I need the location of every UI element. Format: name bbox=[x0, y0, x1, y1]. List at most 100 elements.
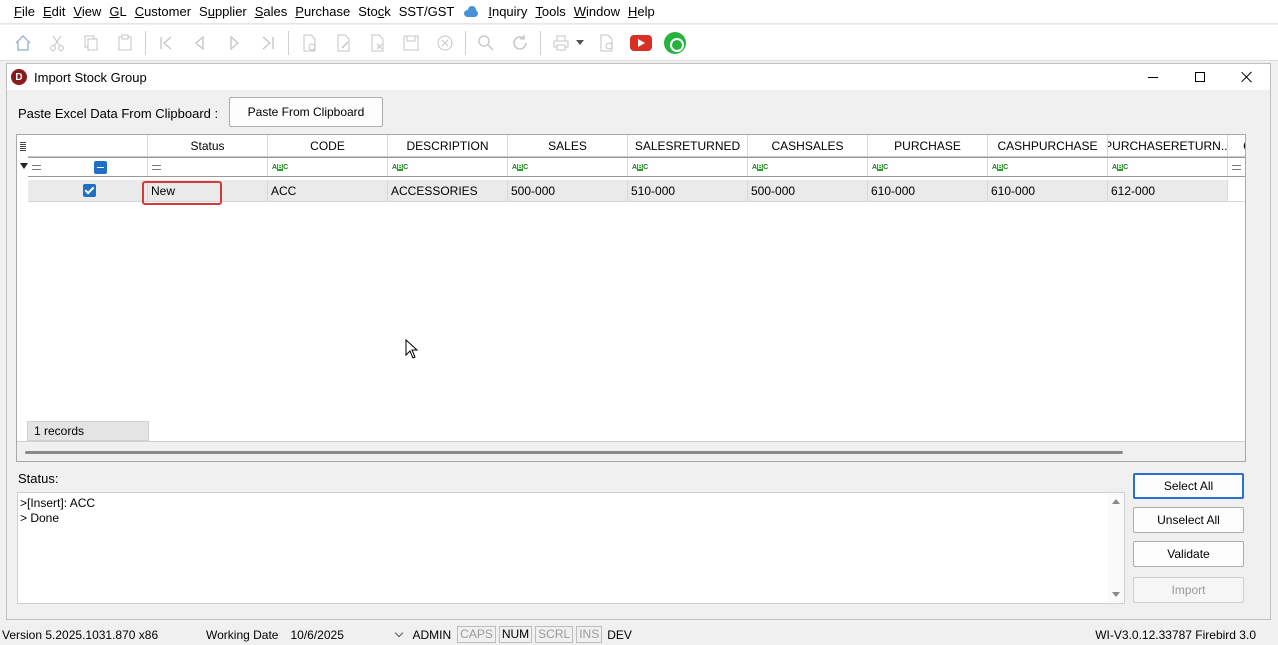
scroll-down-icon[interactable] bbox=[1112, 592, 1120, 597]
column-header-sales[interactable]: SALES bbox=[508, 135, 628, 156]
menu-label: File bbox=[14, 3, 35, 19]
print-dropdown-icon[interactable] bbox=[576, 40, 584, 45]
cell-empty[interactable] bbox=[1228, 180, 1245, 201]
column-header-code[interactable]: CODE bbox=[268, 135, 388, 156]
edit-doc-icon[interactable] bbox=[330, 30, 356, 56]
cell-code[interactable]: ACC bbox=[268, 180, 388, 201]
menu-label: GL bbox=[109, 3, 127, 19]
minimize-button[interactable] bbox=[1129, 64, 1176, 90]
row-select-cell[interactable] bbox=[28, 180, 148, 201]
whatsapp-icon[interactable] bbox=[662, 30, 688, 56]
new-doc-icon[interactable] bbox=[296, 30, 322, 56]
paste-icon[interactable] bbox=[112, 30, 138, 56]
prev-record-icon[interactable] bbox=[187, 30, 213, 56]
mouse-cursor-icon bbox=[405, 339, 419, 359]
unselect-all-button[interactable]: Unselect All bbox=[1133, 507, 1244, 533]
close-button[interactable] bbox=[1223, 64, 1270, 90]
column-header-description[interactable]: DESCRIPTION bbox=[388, 135, 508, 156]
menu-window[interactable]: Window bbox=[570, 0, 624, 24]
youtube-icon[interactable] bbox=[628, 30, 654, 56]
menu-file[interactable]: File bbox=[10, 0, 39, 24]
first-record-icon[interactable] bbox=[153, 30, 179, 56]
column-header-cashpurchase[interactable]: CASHPURCHASE bbox=[988, 135, 1108, 156]
cell-cashpurchase[interactable]: 610-000 bbox=[988, 180, 1108, 201]
cell-description[interactable]: ACCESSORIES bbox=[388, 180, 508, 201]
filter-cell[interactable] bbox=[28, 158, 148, 176]
cancel-icon[interactable] bbox=[432, 30, 458, 56]
cloud-icon[interactable] bbox=[462, 6, 480, 17]
menu-help[interactable]: Help bbox=[624, 0, 659, 24]
filter-cell[interactable]: ABC bbox=[268, 158, 388, 176]
cell-status[interactable]: New bbox=[148, 180, 268, 201]
table-row[interactable]: New ACC ACCESSORIES 500-000 510-000 500-000 61… bbox=[28, 180, 1245, 202]
import-button[interactable]: Import bbox=[1133, 577, 1244, 603]
filter-cell[interactable]: ABC bbox=[508, 158, 628, 176]
column-header-cashsales[interactable]: CASHSALES bbox=[748, 135, 868, 156]
column-header-purchase[interactable]: PURCHASE bbox=[868, 135, 988, 156]
grid-menu-icon[interactable] bbox=[17, 135, 28, 157]
cell-sales[interactable]: 500-000 bbox=[508, 180, 628, 201]
menu-view[interactable]: View bbox=[69, 0, 105, 24]
status-bar: Version 5.2025.1031.870 x86 Working Date… bbox=[0, 624, 1278, 645]
row-checkbox[interactable] bbox=[82, 184, 96, 197]
vertical-scrollbar[interactable] bbox=[1108, 493, 1124, 603]
mode-text: DEV bbox=[607, 627, 632, 642]
menu-purchase[interactable]: Purchase bbox=[291, 0, 354, 24]
delete-doc-icon[interactable] bbox=[364, 30, 390, 56]
refresh-icon[interactable] bbox=[507, 30, 533, 56]
scrollbar-thumb[interactable] bbox=[25, 451, 1123, 454]
import-grid[interactable]: Status CODE DESCRIPTION SALES SALESRETURNED C… bbox=[16, 134, 1246, 462]
home-icon[interactable] bbox=[10, 30, 36, 56]
text-filter-icon: ABC bbox=[512, 163, 528, 171]
status-log[interactable]: >[Insert]: ACC > Done bbox=[17, 492, 1125, 604]
filter-cell[interactable]: ABC bbox=[868, 158, 988, 176]
cell-salesreturned[interactable]: 510-000 bbox=[628, 180, 748, 201]
filter-cell[interactable] bbox=[148, 158, 268, 176]
validate-button[interactable]: Validate bbox=[1133, 541, 1244, 567]
save-icon[interactable] bbox=[398, 30, 424, 56]
select-all-checkbox[interactable] bbox=[94, 160, 107, 174]
chevron-down-icon[interactable] bbox=[395, 628, 404, 638]
menu-supplier[interactable]: Supplier bbox=[195, 0, 251, 24]
scroll-up-icon[interactable] bbox=[1112, 499, 1120, 504]
working-date-field[interactable]: 10/6/2025 bbox=[290, 628, 408, 642]
copy-icon[interactable] bbox=[78, 30, 104, 56]
filter-cell[interactable]: ABC bbox=[628, 158, 748, 176]
search-icon[interactable] bbox=[473, 30, 499, 56]
working-date-label: Working Date bbox=[206, 627, 279, 642]
last-record-icon[interactable] bbox=[255, 30, 281, 56]
cell-cashsales[interactable]: 500-000 bbox=[748, 180, 868, 201]
minimize-icon bbox=[1147, 76, 1158, 78]
menu-edit[interactable]: Edit bbox=[39, 0, 69, 24]
filter-cell[interactable]: ABC bbox=[988, 158, 1108, 176]
column-header-salesreturned[interactable]: SALESRETURNED bbox=[628, 135, 748, 156]
menu-inquiry[interactable]: Inquiry bbox=[484, 0, 531, 24]
preview-icon[interactable] bbox=[594, 30, 620, 56]
column-header-status[interactable]: Status bbox=[148, 135, 268, 156]
filter-cell[interactable]: ABC bbox=[388, 158, 508, 176]
cell-purchase[interactable]: 610-000 bbox=[868, 180, 988, 201]
menu-sst-gst[interactable]: SST/GST bbox=[395, 0, 459, 24]
print-icon[interactable] bbox=[548, 30, 574, 56]
filter-cell[interactable]: ABC bbox=[1108, 158, 1228, 176]
horizontal-scrollbar[interactable] bbox=[17, 441, 1245, 461]
select-all-button[interactable]: Select All bbox=[1133, 473, 1244, 499]
next-record-icon[interactable] bbox=[221, 30, 247, 56]
menu-tools[interactable]: Tools bbox=[531, 0, 569, 24]
column-header-c[interactable]: C bbox=[1228, 135, 1245, 156]
filter-cell[interactable]: ABC bbox=[748, 158, 868, 176]
paste-from-clipboard-button[interactable]: Paste From Clipboard bbox=[229, 97, 383, 127]
menu-customer[interactable]: Customer bbox=[131, 0, 195, 24]
filter-cell[interactable] bbox=[1228, 158, 1245, 176]
cut-icon[interactable] bbox=[44, 30, 70, 56]
column-header-purchasereturn-[interactable]: PURCHASERETURN... bbox=[1108, 135, 1228, 156]
cell-purchasereturned[interactable]: 612-000 bbox=[1108, 180, 1228, 201]
close-icon bbox=[1241, 71, 1253, 83]
column-header-select[interactable] bbox=[28, 135, 148, 156]
menu-gl[interactable]: GL bbox=[105, 0, 130, 24]
menu-sales[interactable]: Sales bbox=[251, 0, 292, 24]
maximize-icon bbox=[1194, 72, 1205, 82]
filter-icon[interactable] bbox=[20, 163, 28, 169]
maximize-button[interactable] bbox=[1176, 64, 1223, 90]
menu-stock[interactable]: Stock bbox=[354, 0, 395, 24]
